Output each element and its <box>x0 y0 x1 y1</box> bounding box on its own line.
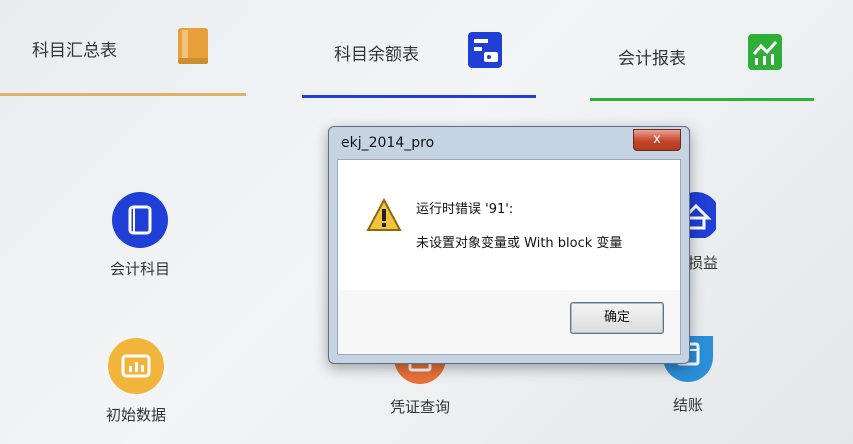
tab-account-summary[interactable]: 科目汇总表 <box>0 0 250 100</box>
chart-icon <box>748 34 782 70</box>
app-label: 凭证查询 <box>389 398 450 416</box>
chart-icon <box>108 338 164 394</box>
book-icon <box>112 192 168 248</box>
book-icon <box>178 28 208 64</box>
tab-label: 科目余额表 <box>334 45 419 65</box>
wallet-icon <box>468 32 502 68</box>
app-initial-data-button[interactable]: 初始数据 <box>76 338 196 425</box>
tab-account-balance[interactable]: 科目余额表 <box>300 0 540 100</box>
tab-label: 科目汇总表 <box>32 41 117 61</box>
tab-underline <box>302 95 536 98</box>
app-label: 结账 <box>672 396 703 414</box>
close-icon: x <box>653 132 661 147</box>
message-area: 运行时错误 '91': 未设置对象变量或 With block 变量 <box>338 160 680 290</box>
dialog-body: 运行时错误 '91': 未设置对象变量或 With block 变量 确定 <box>337 159 681 355</box>
close-button[interactable]: x <box>633 129 681 151</box>
tab-financial-report[interactable]: 会计报表 <box>588 0 818 101</box>
error-message-line1: 运行时错误 '91': <box>416 202 514 217</box>
tab-label: 会计报表 <box>618 49 686 69</box>
app-label: 会计科目 <box>109 260 170 278</box>
error-dialog: ekj_2014_pro x 运行时错误 '91': 未设置对象变量或 With… <box>328 126 690 364</box>
app-accounts-button[interactable]: 会计科目 <box>80 192 200 279</box>
warning-icon <box>366 198 402 231</box>
ok-button[interactable]: 确定 <box>570 302 664 334</box>
app-label: 初始数据 <box>105 406 166 424</box>
dialog-title: ekj_2014_pro <box>341 135 435 151</box>
tab-underline <box>0 93 246 96</box>
error-message-line2: 未设置对象变量或 With block 变量 <box>416 236 623 251</box>
app-label: 损益 <box>688 254 719 272</box>
tab-underline <box>590 98 814 101</box>
